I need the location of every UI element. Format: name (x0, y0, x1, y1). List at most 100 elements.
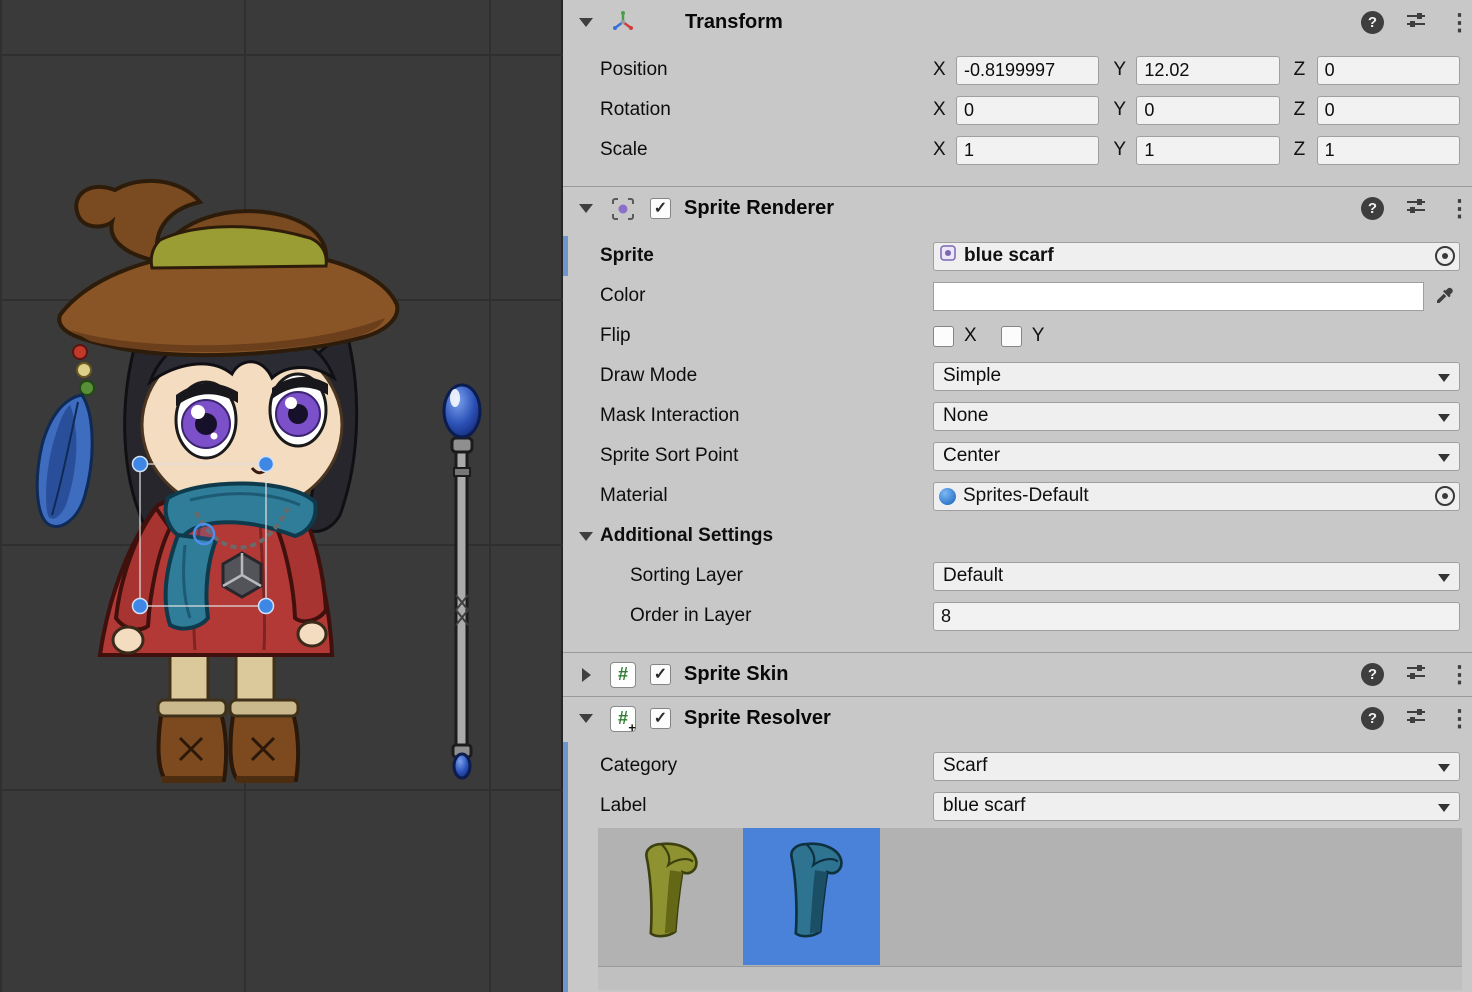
sprite-sort-point-dropdown[interactable]: Center (933, 442, 1460, 471)
context-menu-icon[interactable] (1448, 661, 1458, 688)
character-sprite[interactable] (37, 181, 397, 783)
order-in-layer-label: Order in Layer (600, 605, 933, 627)
context-menu-icon[interactable] (1448, 195, 1458, 222)
presets-icon[interactable] (1405, 195, 1427, 222)
material-label: Material (600, 485, 933, 507)
axis-z-label: Z (1294, 99, 1317, 121)
foldout-closed-icon[interactable] (576, 668, 596, 682)
rotation-z-field[interactable] (1317, 96, 1460, 125)
mask-interaction-dropdown[interactable]: None (933, 402, 1460, 431)
category-label: Category (600, 755, 933, 777)
foldout-open-icon[interactable] (576, 532, 596, 541)
sprite-skin-component: Sprite Skin (563, 652, 1472, 696)
sprite-object-field[interactable]: blue scarf (933, 242, 1460, 271)
draw-mode-row: Draw Mode Simple (563, 356, 1472, 396)
component-title: Sprite Resolver (684, 707, 831, 730)
context-menu-icon[interactable] (1448, 705, 1458, 732)
axis-z-label: Z (1294, 59, 1317, 81)
sorting-layer-dropdown[interactable]: Default (933, 562, 1460, 591)
draw-mode-value: Simple (943, 365, 1001, 387)
scale-y-field[interactable] (1136, 136, 1279, 165)
component-enabled-checkbox[interactable] (650, 198, 671, 219)
mask-interaction-value: None (943, 405, 988, 427)
corner-handle[interactable] (133, 599, 148, 614)
scale-row: Scale X Y Z (563, 130, 1472, 170)
inspector-panel: Transform Position (563, 0, 1472, 992)
staff-sprite[interactable] (444, 385, 480, 778)
sprite-resolver-component: Sprite Resolver Category (563, 696, 1472, 990)
sprite-resolver-header[interactable]: Sprite Resolver (563, 696, 1472, 740)
corner-handle[interactable] (259, 457, 274, 472)
prefab-override-bar-resolver (563, 742, 568, 992)
sprite-resolver-icon (610, 706, 636, 732)
transform-component: Transform Position (563, 0, 1472, 186)
material-row: Material Sprites-Default (563, 476, 1472, 516)
sprite-skin-header[interactable]: Sprite Skin (563, 652, 1472, 696)
help-icon[interactable] (1361, 197, 1384, 220)
component-enabled-checkbox[interactable] (650, 708, 671, 729)
scale-z-field[interactable] (1317, 136, 1460, 165)
additional-settings-label: Additional Settings (600, 525, 773, 547)
position-y-field[interactable] (1136, 56, 1279, 85)
object-picker-icon[interactable] (1435, 486, 1455, 506)
thumbnail-blue-scarf[interactable] (743, 828, 880, 965)
foldout-open-icon[interactable] (576, 714, 596, 723)
scene-view-canvas[interactable] (0, 0, 563, 992)
flip-y-checkbox[interactable] (1001, 326, 1022, 347)
rotation-y-field[interactable] (1136, 96, 1279, 125)
component-title: Sprite Renderer (684, 197, 834, 220)
draw-mode-dropdown[interactable]: Simple (933, 362, 1460, 391)
thumbnail-green-scarf[interactable] (598, 828, 735, 965)
material-icon (939, 488, 956, 505)
category-row: Category Scarf (563, 746, 1472, 786)
position-z-field[interactable] (1317, 56, 1460, 85)
object-picker-icon[interactable] (1435, 246, 1455, 266)
scale-label: Scale (600, 139, 933, 161)
hat-beads (37, 345, 94, 526)
help-icon[interactable] (1361, 663, 1384, 686)
additional-settings-row[interactable]: Additional Settings (563, 516, 1472, 556)
component-enabled-checkbox[interactable] (650, 664, 671, 685)
color-label: Color (600, 285, 933, 307)
color-swatch[interactable] (933, 282, 1424, 311)
sprite-field-icon (939, 244, 957, 268)
axis-x-label: X (933, 59, 956, 81)
sprite-renderer-component: Sprite Renderer Sprite (563, 186, 1472, 652)
transform-header[interactable]: Transform (563, 0, 1472, 44)
sorting-layer-label: Sorting Layer (600, 565, 933, 587)
flip-x-label: X (964, 325, 977, 347)
component-title: Transform (685, 11, 783, 34)
scale-x-field[interactable] (956, 136, 1099, 165)
sorting-layer-value: Default (943, 565, 1003, 587)
mask-interaction-row: Mask Interaction None (563, 396, 1472, 436)
corner-handle[interactable] (133, 457, 148, 472)
corner-handle[interactable] (259, 599, 274, 614)
eyedropper-icon[interactable] (1428, 283, 1460, 310)
help-icon[interactable] (1361, 11, 1384, 34)
context-menu-icon[interactable] (1448, 9, 1458, 36)
foldout-open-icon[interactable] (576, 18, 596, 27)
order-in-layer-field[interactable] (933, 602, 1460, 631)
flip-x-checkbox[interactable] (933, 326, 954, 347)
foldout-open-icon[interactable] (576, 204, 596, 213)
rotation-x-field[interactable] (956, 96, 1099, 125)
sprite-row: Sprite blue scarf (563, 236, 1472, 276)
label-row: Label blue scarf (563, 786, 1472, 826)
scene-view[interactable] (0, 0, 563, 992)
position-x-field[interactable] (956, 56, 1099, 85)
sprite-renderer-icon (610, 196, 636, 222)
label-dropdown[interactable]: blue scarf (933, 792, 1460, 821)
sprite-thumbnail-strip (598, 828, 1462, 966)
thumbnail-scrollbar[interactable] (598, 966, 1462, 990)
transform-icon (610, 9, 636, 35)
sprite-skin-icon (610, 662, 636, 688)
axis-x-label: X (933, 99, 956, 121)
presets-icon[interactable] (1405, 661, 1427, 688)
presets-icon[interactable] (1405, 9, 1427, 36)
sprite-renderer-header[interactable]: Sprite Renderer (563, 186, 1472, 230)
help-icon[interactable] (1361, 707, 1384, 730)
presets-icon[interactable] (1405, 705, 1427, 732)
category-dropdown[interactable]: Scarf (933, 752, 1460, 781)
material-object-field[interactable]: Sprites-Default (933, 482, 1460, 511)
pivot-handle[interactable] (194, 524, 214, 544)
